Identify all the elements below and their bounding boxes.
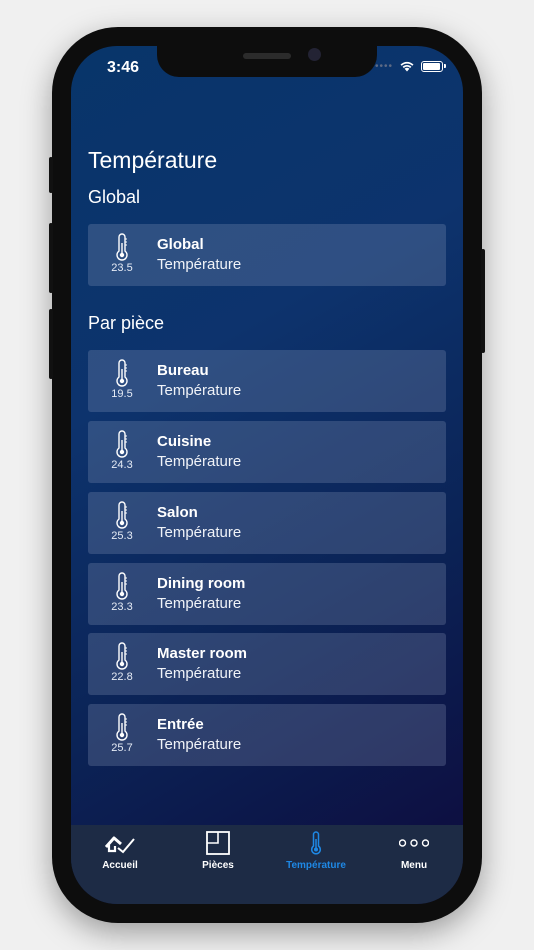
speaker xyxy=(243,53,291,59)
tab-accueil[interactable]: Accueil xyxy=(71,825,169,885)
phone-frame: 3:46 •••• Température Global 23.5 Global xyxy=(49,27,485,923)
card-title: Salon xyxy=(157,504,198,521)
thermometer-icon xyxy=(116,713,128,741)
temperature-value: 24.3 xyxy=(111,459,133,471)
card-title: Bureau xyxy=(157,362,209,379)
tab-label: Accueil xyxy=(102,860,138,871)
temperature-value: 25.7 xyxy=(111,742,133,754)
room-card-cuisine[interactable]: 24.3 Cuisine Température xyxy=(88,421,446,483)
status-icons: •••• xyxy=(374,60,446,72)
card-subtitle: Température xyxy=(157,453,242,470)
tab-pieces[interactable]: Pièces xyxy=(169,825,267,885)
temperature-value: 23.5 xyxy=(111,262,133,274)
tab-bar: Accueil Pièces Température Menu xyxy=(71,825,463,904)
card-title: Entrée xyxy=(157,716,204,733)
room-card-dining-room[interactable]: 23.3 Dining room Température xyxy=(88,563,446,625)
room-card-salon[interactable]: 25.3 Salon Température xyxy=(88,492,446,554)
floorplan-icon xyxy=(206,831,230,855)
power-button xyxy=(481,249,485,353)
card-subtitle: Température xyxy=(157,736,242,753)
silent-switch xyxy=(49,157,53,193)
card-subtitle: Température xyxy=(157,524,242,541)
temperature-value: 19.5 xyxy=(111,388,133,400)
thermometer-icon xyxy=(116,359,128,387)
app-screen: 3:46 •••• Température Global 23.5 Global xyxy=(71,46,463,904)
section-title-rooms: Par pièce xyxy=(88,313,165,333)
front-camera xyxy=(308,48,321,61)
more-icon xyxy=(399,839,429,847)
temperature-value: 23.3 xyxy=(111,601,133,613)
home-check-icon xyxy=(105,836,135,854)
thermometer-icon xyxy=(116,501,128,529)
thermometer-icon xyxy=(311,831,321,855)
card-subtitle: Température xyxy=(157,595,242,612)
temperature-value: 25.3 xyxy=(111,530,133,542)
notch xyxy=(157,46,377,77)
card-title: Master room xyxy=(157,645,248,662)
card-subtitle: Température xyxy=(157,382,242,399)
temperature-value: 22.8 xyxy=(111,671,133,683)
tab-temperature[interactable]: Température xyxy=(267,825,365,885)
signal-icon: •••• xyxy=(374,60,393,72)
volume-up-button xyxy=(49,223,53,293)
card-title: Dining room xyxy=(157,575,246,592)
card-title: Global xyxy=(157,236,204,253)
wifi-icon xyxy=(400,61,414,72)
card-subtitle: Température xyxy=(157,256,242,273)
room-card-bureau[interactable]: 19.5 Bureau Température xyxy=(88,350,446,412)
section-title-global: Global xyxy=(88,187,141,207)
room-card-master-room[interactable]: 22.8 Master room Température xyxy=(88,633,446,695)
thermometer-icon xyxy=(116,572,128,600)
card-title: Cuisine xyxy=(157,433,212,450)
card-subtitle: Température xyxy=(157,665,242,682)
tab-label: Menu xyxy=(400,860,428,871)
tab-label: Pièces xyxy=(202,860,234,871)
global-temperature-card[interactable]: 23.5 Global Température xyxy=(88,224,446,286)
tab-label: Température xyxy=(286,860,346,871)
thermometer-icon xyxy=(116,233,128,261)
volume-down-button xyxy=(49,309,53,379)
page-title: Température xyxy=(88,147,218,173)
thermometer-icon xyxy=(116,642,128,670)
status-time: 3:46 xyxy=(107,59,140,76)
battery-icon xyxy=(421,60,446,72)
thermometer-icon xyxy=(116,430,128,458)
tab-menu[interactable]: Menu xyxy=(365,825,463,885)
room-card-entree[interactable]: 25.7 Entrée Température xyxy=(88,704,446,766)
